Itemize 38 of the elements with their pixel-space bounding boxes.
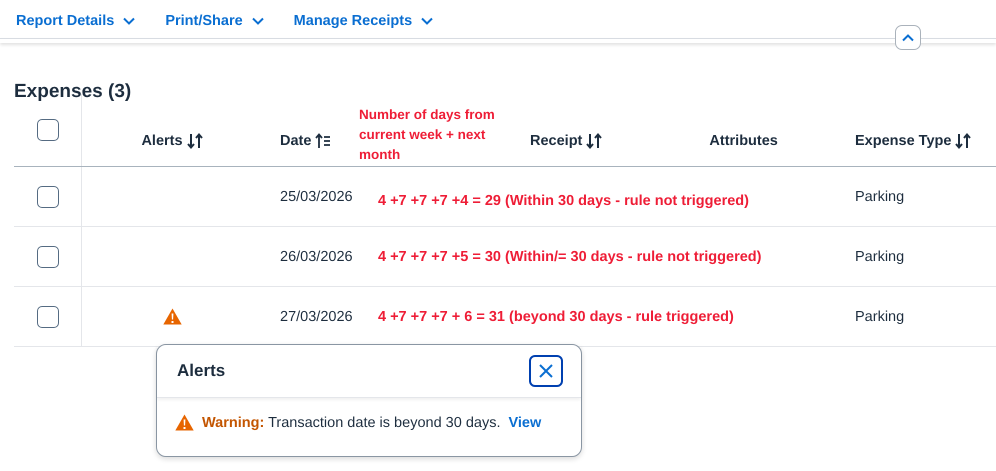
- row-checkbox[interactable]: [36, 306, 58, 328]
- expense-type-cell: Parking: [855, 248, 904, 264]
- warning-icon: [175, 414, 194, 431]
- column-header[interactable]: Expense Type: [855, 132, 972, 150]
- select-all-checkbox[interactable]: [36, 119, 58, 141]
- row-checkbox[interactable]: [36, 246, 58, 268]
- menu-button[interactable]: Manage Receipts: [294, 13, 434, 29]
- chevron-down-icon: [421, 17, 434, 25]
- sort-icon[interactable]: [955, 132, 972, 150]
- annotation-text: 4 +7 +7 +7 +5 = 30 (Within/= 30 days - rule not triggered): [378, 248, 762, 264]
- column-header[interactable]: Date: [280, 132, 332, 150]
- chevron-up-icon: [902, 34, 914, 42]
- alert-message: Warning: Transaction date is beyond 30 days.: [202, 414, 500, 430]
- annotation-text: 4 +7 +7 +7 +4 = 29 (Within 30 days - rule not triggered): [378, 192, 749, 208]
- sort-icon[interactable]: [186, 132, 203, 150]
- date-cell: 25/03/2026: [280, 188, 353, 204]
- chevron-down-icon: [252, 17, 264, 25]
- column-header[interactable]: Attributes: [709, 133, 778, 149]
- column-header[interactable]: Receipt: [530, 132, 602, 150]
- popover-title: Alerts: [177, 361, 226, 381]
- annotation-text: 4 +7 +7 +7 + 6 = 31 (beyond 30 days - rule triggered): [378, 308, 734, 324]
- sort-ascending-icon[interactable]: [315, 132, 332, 150]
- menu-button[interactable]: Report Details: [16, 13, 136, 29]
- collapse-button[interactable]: [895, 25, 921, 50]
- expense-type-cell: Parking: [855, 188, 904, 204]
- section-title: Expenses (3): [14, 81, 132, 104]
- sort-icon[interactable]: [586, 132, 602, 150]
- view-link[interactable]: View: [508, 414, 542, 430]
- row-checkbox[interactable]: [36, 186, 58, 208]
- warning-icon: [162, 308, 182, 325]
- expense-type-cell: Parking: [855, 308, 904, 324]
- close-button[interactable]: [529, 355, 563, 387]
- date-cell: 27/03/2026: [280, 308, 353, 324]
- chevron-down-icon: [123, 17, 136, 25]
- date-cell: 26/03/2026: [280, 248, 353, 264]
- close-icon: [538, 363, 554, 379]
- column-header[interactable]: Alerts: [141, 132, 203, 150]
- menu-button[interactable]: Print/Share: [165, 13, 264, 29]
